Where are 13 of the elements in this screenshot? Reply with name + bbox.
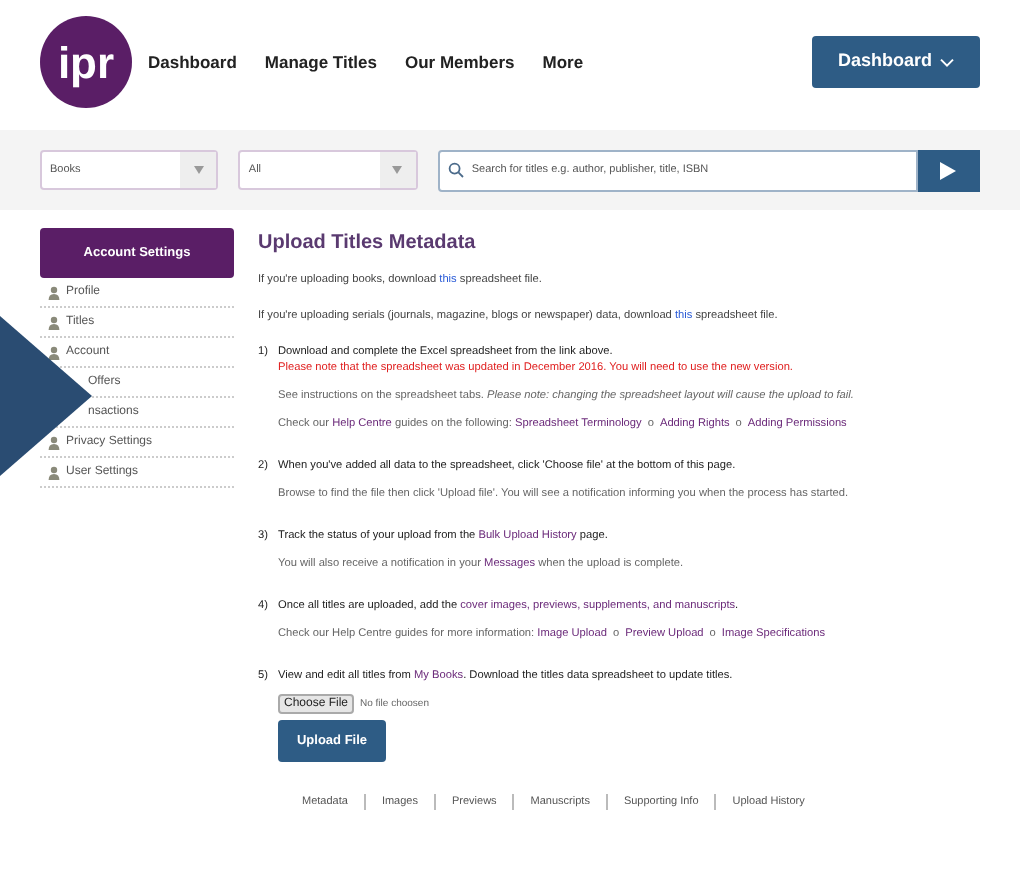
search-icon — [447, 162, 464, 178]
dashboard-button[interactable]: Dashboard — [812, 36, 980, 88]
chevron-down-icon — [940, 57, 954, 67]
dropdown-arrow-icon — [193, 166, 204, 174]
nav-link[interactable]: Manage Titles — [264, 49, 377, 75]
dropdown-arrow-icon — [392, 166, 403, 174]
play-icon — [940, 161, 957, 179]
nav-link[interactable]: Dashboard — [148, 49, 237, 75]
logo[interactable]: ipr — [40, 16, 132, 108]
page-title: Upload Titles Metadata — [258, 232, 478, 256]
nav-link[interactable]: More — [542, 49, 584, 75]
nav-link[interactable]: Our Members — [404, 49, 515, 75]
search-button[interactable] — [917, 149, 980, 191]
